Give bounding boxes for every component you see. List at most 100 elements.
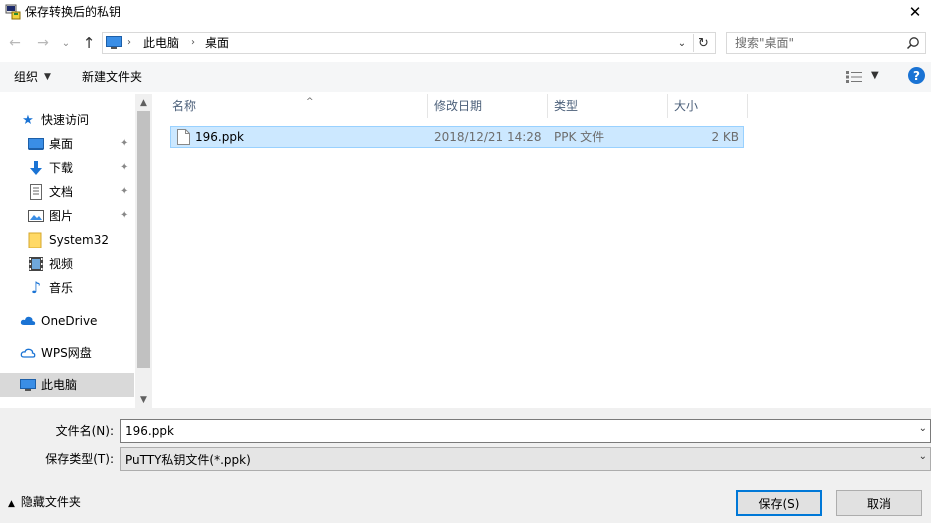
breadcrumb-separator: › — [191, 37, 195, 48]
command-bar: 组织 ▼ 新建文件夹 ▼ — [0, 62, 931, 92]
sidebar-item-wps[interactable]: WPS网盘 — [0, 341, 134, 365]
chevron-down-icon: ⌄ — [677, 37, 687, 49]
computer-icon — [20, 379, 36, 391]
window-title: 保存转换后的私钥 — [25, 5, 122, 19]
sidebar-item-label: 桌面 — [49, 137, 74, 151]
column-header-label: 名称 — [172, 99, 197, 113]
pin-icon: ✦ — [120, 186, 129, 197]
view-options-icon[interactable] — [846, 71, 862, 83]
new-folder-button[interactable]: 新建文件夹 — [82, 69, 142, 85]
chevron-down-icon: ⌄ — [61, 37, 71, 49]
column-header-label: 修改日期 — [434, 99, 483, 113]
computer-icon — [106, 36, 122, 49]
chevron-down-icon: ▼ — [140, 394, 147, 405]
arrow-up-icon: ↑ — [82, 34, 96, 52]
folder-icon — [28, 232, 42, 248]
chevron-down-icon[interactable]: ▼ — [871, 70, 879, 81]
sidebar-item-label: 视频 — [49, 257, 74, 271]
sidebar-item-onedrive[interactable]: OneDrive — [0, 309, 134, 333]
save-button-label: 保存(S) — [758, 496, 800, 511]
file-icon — [177, 129, 190, 145]
sidebar-item-label: 此电脑 — [41, 378, 78, 392]
chevron-down-icon[interactable]: ⌄ — [919, 423, 927, 434]
cancel-button[interactable]: 取消 — [836, 490, 922, 516]
save-button[interactable]: 保存(S) — [736, 490, 822, 516]
cloud-icon — [20, 316, 36, 325]
sidebar-item-pictures[interactable]: 图片 ✦ — [0, 204, 134, 228]
column-header-size[interactable]: 大小 — [668, 94, 748, 118]
sidebar-item-quick-access[interactable]: ★ 快速访问 — [0, 108, 134, 132]
sidebar-item-system32[interactable]: System32 — [0, 228, 134, 252]
sidebar-item-documents[interactable]: 文档 ✦ — [0, 180, 134, 204]
column-header-label: 大小 — [674, 99, 699, 113]
file-row[interactable]: 196.ppk 2018/12/21 14:28 PPK 文件 2 KB — [170, 126, 744, 148]
filename-label: 文件名(N): — [55, 424, 114, 438]
video-icon — [29, 257, 43, 271]
file-name: 196.ppk — [195, 130, 244, 144]
filetype-select[interactable]: PuTTY私钥文件(*.ppk) ⌄ — [120, 447, 931, 471]
column-header-label: 类型 — [554, 99, 579, 113]
sidebar-item-label: 快速访问 — [41, 113, 90, 127]
arrow-right-icon: → — [37, 35, 49, 51]
sidebar-item-music[interactable]: ♪ 音乐 — [0, 276, 134, 300]
cancel-button-label: 取消 — [866, 496, 891, 511]
filetype-value: PuTTY私钥文件(*.ppk) — [125, 453, 251, 467]
sidebar-item-label: WPS网盘 — [41, 346, 92, 360]
scrollbar-thumb[interactable] — [137, 111, 150, 368]
pin-icon: ✦ — [120, 138, 129, 149]
recent-locations-button[interactable]: ⌄ — [58, 28, 74, 58]
column-header-name[interactable]: ^ 名称 — [166, 94, 428, 118]
save-dialog: 保存转换后的私钥 ✕ ← → ⌄ ↑ › 此电脑 › 桌面 ⌄ ↻ 组织 ▼ 新… — [0, 0, 931, 523]
arrow-left-icon: ← — [9, 35, 21, 51]
refresh-icon: ↻ — [698, 35, 709, 51]
filename-field: ⌄ — [120, 419, 931, 443]
pin-icon: ✦ — [120, 210, 129, 221]
sidebar-item-label: 文档 — [49, 185, 74, 199]
address-bar[interactable]: › 此电脑 › 桌面 ⌄ ↻ — [102, 32, 716, 54]
close-button[interactable]: ✕ — [899, 0, 931, 24]
hide-folders-toggle[interactable]: ▲ 隐藏文件夹 — [8, 494, 81, 512]
file-modified: 2018/12/21 14:28 — [434, 130, 542, 144]
putty-app-icon — [5, 4, 21, 20]
chevron-down-icon: ▼ — [44, 72, 51, 82]
pin-icon: ✦ — [120, 162, 129, 173]
search-box — [726, 32, 926, 54]
nav-pane-scrollbar[interactable]: ▲ ▼ — [135, 94, 152, 408]
title-bar: 保存转换后的私钥 ✕ — [0, 0, 931, 24]
cloud-outline-icon — [20, 348, 36, 358]
column-header-type[interactable]: 类型 — [548, 94, 668, 118]
up-button[interactable]: ↑ — [78, 28, 100, 58]
sidebar-item-desktop[interactable]: 桌面 ✦ — [0, 132, 134, 156]
sidebar-item-this-pc[interactable]: 此电脑 — [0, 373, 134, 397]
file-size: 2 KB — [711, 130, 739, 144]
sidebar-item-videos[interactable]: 视频 — [0, 252, 134, 276]
search-input[interactable] — [727, 33, 903, 53]
download-icon — [30, 161, 42, 175]
scroll-down-button[interactable]: ▼ — [135, 391, 152, 408]
filename-input[interactable] — [121, 420, 911, 442]
star-icon: ★ — [22, 112, 34, 128]
sidebar-item-label: System32 — [49, 233, 110, 247]
scroll-up-button[interactable]: ▲ — [135, 94, 152, 111]
sidebar-item-label: 图片 — [49, 209, 74, 223]
breadcrumb-desktop[interactable]: 桌面 — [205, 35, 229, 51]
column-header-modified[interactable]: 修改日期 — [428, 94, 548, 118]
back-button[interactable]: ← — [4, 28, 26, 58]
sidebar-item-downloads[interactable]: 下载 ✦ — [0, 156, 134, 180]
breadcrumb-separator: › — [127, 37, 131, 48]
address-dropdown-button[interactable]: ⌄ — [673, 34, 691, 52]
breadcrumb-this-pc[interactable]: 此电脑 — [143, 35, 179, 51]
close-icon: ✕ — [908, 3, 922, 21]
file-type: PPK 文件 — [554, 130, 605, 144]
forward-button[interactable]: → — [32, 28, 54, 58]
organize-button[interactable]: 组织 — [14, 69, 38, 85]
help-icon[interactable]: ? — [908, 67, 925, 84]
sidebar-item-label: 音乐 — [49, 281, 74, 295]
sidebar-item-label: 下载 — [49, 161, 74, 175]
sidebar-item-label: OneDrive — [41, 314, 98, 328]
refresh-button[interactable]: ↻ — [693, 34, 713, 52]
search-icon[interactable] — [906, 36, 920, 50]
sort-ascending-icon: ^ — [306, 97, 314, 107]
document-icon — [30, 184, 42, 200]
hide-folders-label: 隐藏文件夹 — [20, 495, 81, 509]
